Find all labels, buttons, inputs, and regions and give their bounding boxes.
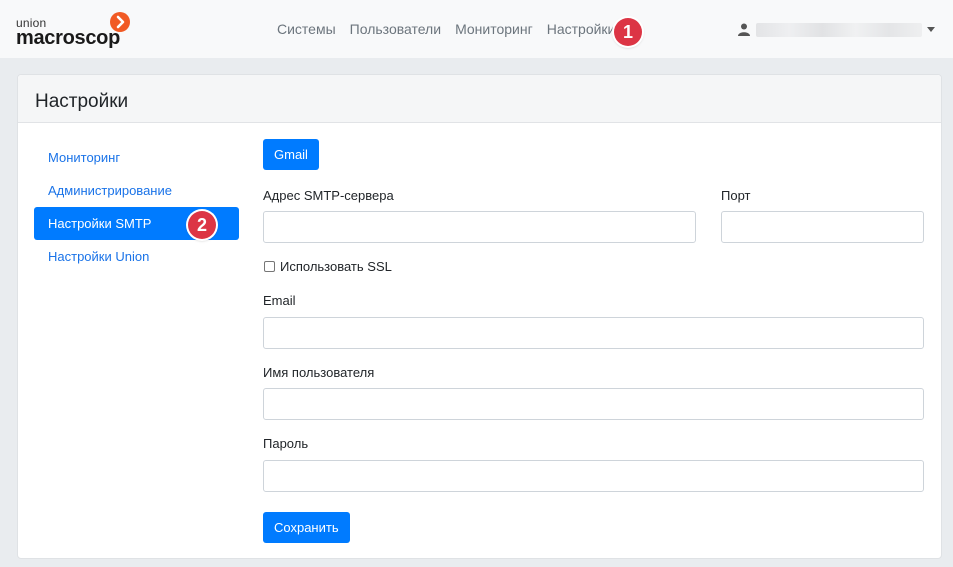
settings-sidebar: Мониторинг Администрирование Настройки S… [34, 141, 239, 273]
user-icon [738, 23, 750, 36]
nav-monitoring[interactable]: Мониторинг [455, 21, 533, 37]
password-input[interactable] [263, 460, 924, 492]
smtp-server-input[interactable] [263, 211, 696, 243]
sidebar-item-administration[interactable]: Администрирование [34, 174, 239, 207]
smtp-form: Gmail Адрес SMTP-сервера Порт Использова… [263, 139, 925, 543]
sidebar-item-union[interactable]: Настройки Union [34, 240, 239, 273]
callout-badge-1: 1 [614, 18, 642, 46]
email-label: Email [263, 293, 296, 308]
chevron-down-icon [927, 27, 935, 32]
nav-users[interactable]: Пользователи [350, 21, 441, 37]
nav-systems[interactable]: Системы [277, 21, 336, 37]
main-nav: Системы Пользователи Мониторинг Настройки [277, 21, 629, 37]
smtp-server-label: Адрес SMTP-сервера [263, 188, 394, 203]
username-input[interactable] [263, 388, 924, 420]
macroscop-logo[interactable]: union macroscop [16, 12, 136, 49]
top-navbar: union macroscop Системы Пользователи Монит… [0, 0, 953, 58]
user-menu[interactable] [738, 21, 938, 39]
gmail-preset-button[interactable]: Gmail [263, 139, 319, 170]
port-input[interactable] [721, 211, 924, 243]
logo-macroscop-text: macroscop [16, 27, 121, 49]
sidebar-item-monitoring[interactable]: Мониторинг [34, 141, 239, 174]
settings-card: Настройки Мониторинг Администрирование Н… [17, 74, 942, 559]
save-button[interactable]: Сохранить [263, 512, 350, 543]
username-label: Имя пользователя [263, 365, 375, 380]
password-label: Пароль [263, 436, 309, 451]
callout-badge-2: 2 [188, 211, 216, 239]
page-title: Настройки [18, 75, 941, 123]
port-label: Порт [721, 188, 751, 203]
logo-chevron-icon [110, 12, 130, 32]
ssl-label: Использовать SSL [280, 259, 392, 274]
nav-settings[interactable]: Настройки [547, 21, 616, 37]
ssl-checkbox[interactable] [264, 261, 275, 272]
user-name-redacted [756, 23, 922, 37]
email-input[interactable] [263, 317, 924, 349]
